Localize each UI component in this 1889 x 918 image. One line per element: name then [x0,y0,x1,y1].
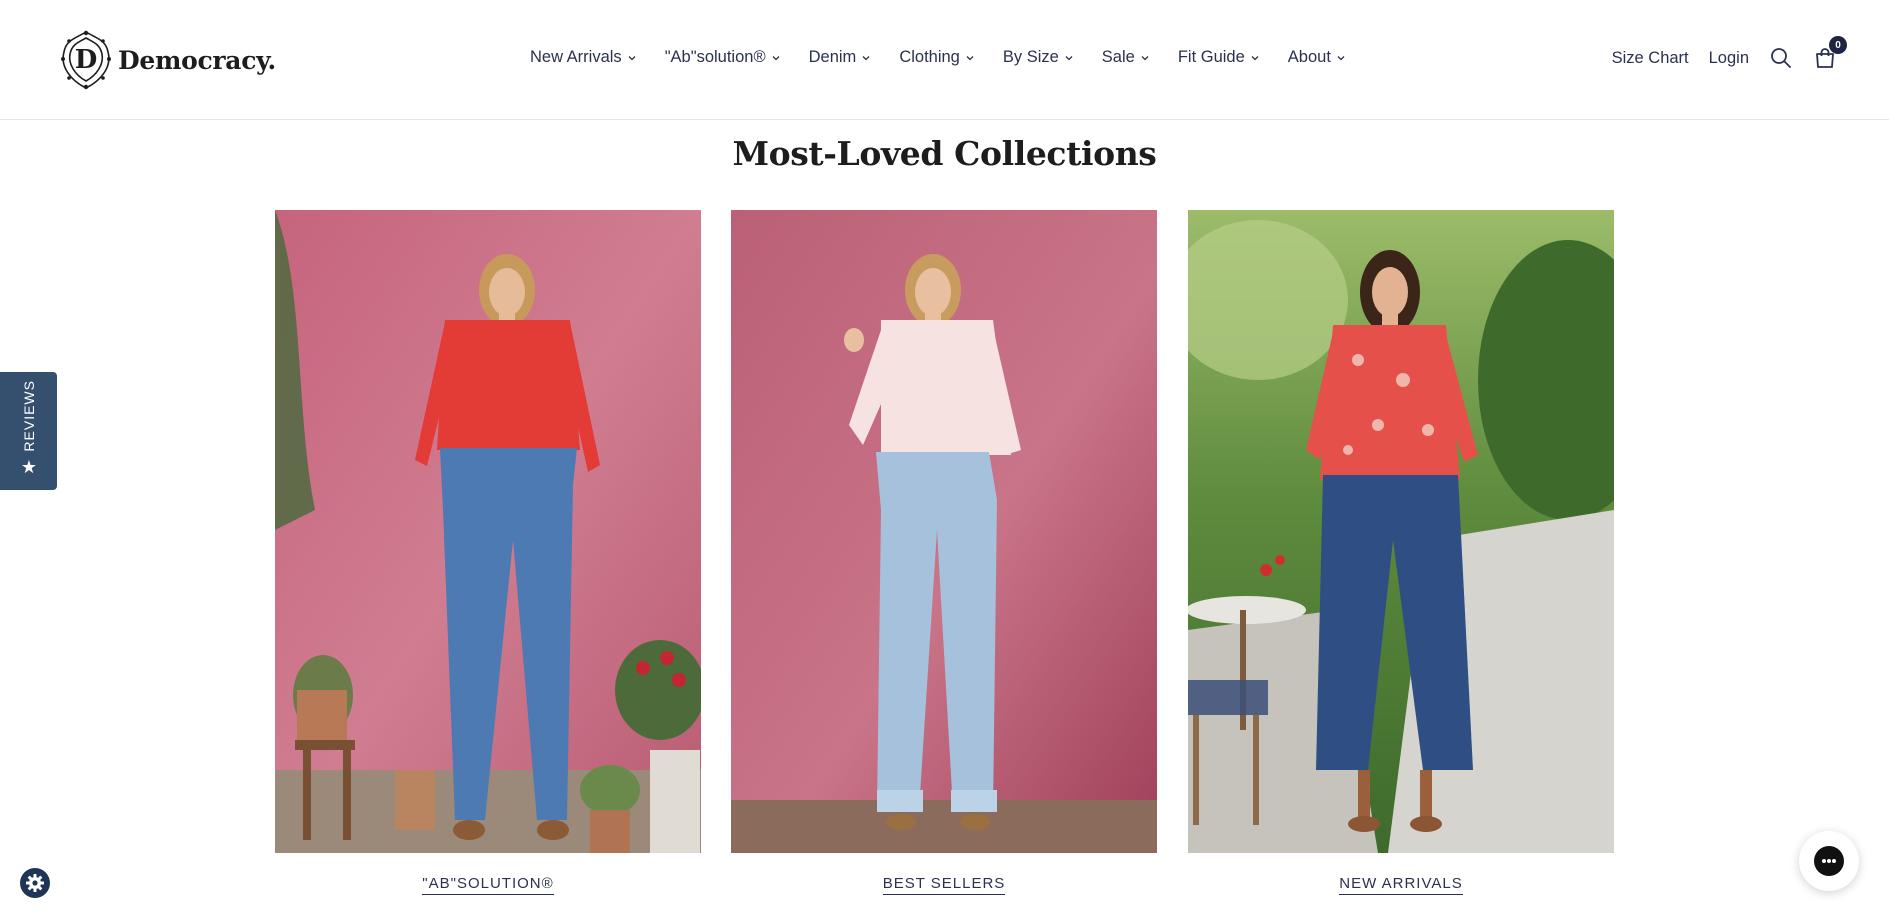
nav-new-arrivals[interactable]: New Arrivals [530,48,636,67]
chat-icon [1814,846,1844,876]
nav-absolution[interactable]: "Ab"solution® [665,48,780,67]
cookie-settings-button[interactable] [20,868,50,898]
nav-clothing[interactable]: Clothing [899,48,974,67]
collection-label: NEW ARRIVALS [1188,875,1614,895]
main-nav: New Arrivals "Ab"solution® Denim Clothin… [530,48,1374,67]
collection-label: BEST SELLERS [731,875,1157,895]
chevron-down-icon [1337,55,1345,60]
chat-widget-button[interactable] [1799,831,1859,891]
nav-label: Sale [1101,48,1135,66]
nav-label: Denim [808,48,857,66]
cart-count-badge: 0 [1829,36,1847,54]
chevron-down-icon [772,55,780,60]
nav-label: Clothing [899,48,960,66]
login-link[interactable]: Login [1709,49,1749,68]
site-header: D Democracy. New Arrivals "Ab"solution® … [0,0,1889,120]
section-title: Most-Loved Collections [732,134,1157,173]
nav-label: About [1287,48,1331,66]
chevron-down-icon [966,55,974,60]
reviews-tab[interactable]: ★ REVIEWS [0,372,57,490]
size-chart-link[interactable]: Size Chart [1612,49,1689,68]
reviews-tab-content: ★ REVIEWS [14,372,44,490]
collection-image-absolution[interactable] [275,210,701,853]
nav-label: "Ab"solution® [664,48,766,66]
search-button[interactable] [1769,46,1793,70]
brand-name: Democracy. [118,45,276,75]
chevron-down-icon [628,55,636,60]
gear-icon [26,874,44,892]
nav-denim[interactable]: Denim [809,48,871,67]
star-icon: ★ [20,457,38,478]
collection-label: "AB"SOLUTION® [275,875,701,895]
collection-link-best-sellers[interactable]: BEST SELLERS [882,875,1006,895]
collection-card-new-arrivals[interactable]: NEW ARRIVALS [1188,210,1614,895]
chevron-down-icon [1251,55,1259,60]
collection-card-absolution[interactable]: "AB"SOLUTION® [275,210,701,895]
svg-text:D: D [75,45,98,75]
collection-card-best-sellers[interactable]: BEST SELLERS [731,210,1157,895]
cart-button[interactable]: 0 [1813,36,1847,70]
nav-sale[interactable]: Sale [1102,48,1149,67]
header-tools: Size Chart Login 0 [1592,36,1847,70]
nav-fit-guide[interactable]: Fit Guide [1178,48,1259,67]
search-icon [1771,48,1791,68]
brand-logo[interactable]: D Democracy. [60,30,276,90]
collection-link-new-arrivals[interactable]: NEW ARRIVALS [1339,875,1463,895]
collection-image-new-arrivals[interactable] [1188,210,1614,853]
nav-about[interactable]: About [1288,48,1345,67]
collection-image-best-sellers[interactable] [731,210,1157,853]
chevron-down-icon [862,55,870,60]
reviews-tab-label: REVIEWS [21,379,37,452]
nav-by-size[interactable]: By Size [1003,48,1073,67]
collection-link-absolution[interactable]: "AB"SOLUTION® [422,875,554,895]
logo-emblem-icon: D [61,30,111,90]
chevron-down-icon [1065,55,1073,60]
nav-label: Fit Guide [1177,48,1245,66]
chevron-down-icon [1141,55,1149,60]
nav-label: By Size [1002,48,1059,66]
nav-label: New Arrivals [530,48,622,66]
